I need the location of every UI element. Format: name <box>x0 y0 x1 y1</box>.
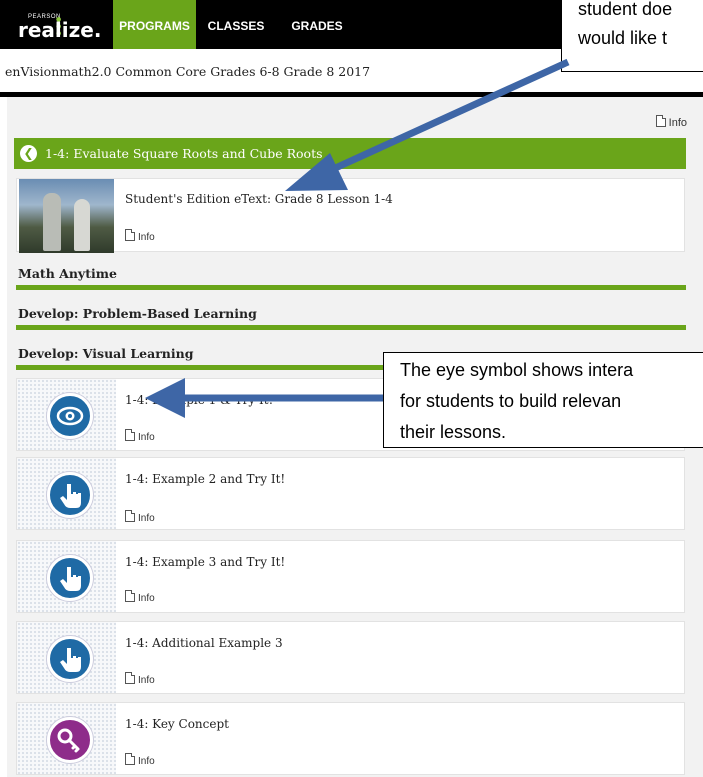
arrow-head-icon <box>145 378 185 418</box>
annotation-arrow <box>318 58 570 179</box>
annotation-arrows <box>145 58 570 418</box>
arrow-head-icon <box>285 153 348 191</box>
